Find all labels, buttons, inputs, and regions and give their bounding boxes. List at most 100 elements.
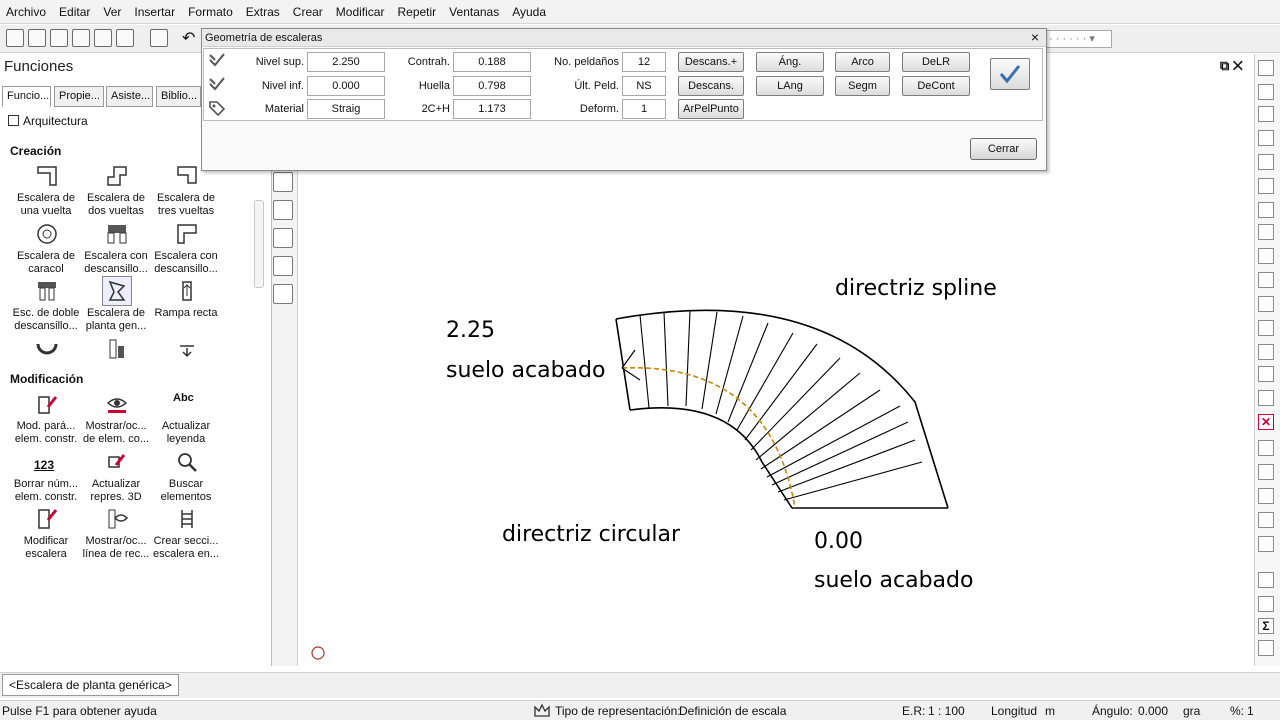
length-angle-button[interactable]: LAng [756, 76, 824, 96]
material-input[interactable]: Straig [307, 99, 385, 119]
close-button[interactable]: Cerrar [970, 138, 1037, 160]
status-percent-value[interactable]: 1 [1247, 704, 1254, 718]
landing-button[interactable]: Descans. [678, 76, 744, 96]
funnel-icon[interactable] [1258, 640, 1274, 656]
stair-landing-corner-icon[interactable] [176, 223, 198, 245]
draw-tool-17-icon[interactable] [1258, 440, 1274, 456]
calculator-icon[interactable] [28, 29, 46, 47]
create-section-icon[interactable] [176, 508, 198, 530]
filter-3-icon[interactable] [1258, 512, 1274, 528]
stair-tool-3-icon[interactable] [273, 228, 293, 248]
stair-three-flight-icon[interactable] [176, 165, 198, 187]
menu-ver[interactable]: Ver [103, 5, 121, 19]
menu-modificar[interactable]: Modificar [336, 5, 385, 19]
menu-archivo[interactable]: Archivo [6, 5, 46, 19]
representation-icon[interactable] [534, 703, 550, 717]
draw-tool-6-icon[interactable] [1258, 178, 1274, 194]
document-tab[interactable]: <Escalera de planta genérica> [2, 674, 179, 696]
delete-icon[interactable]: ✕ [1258, 414, 1274, 430]
ok-button[interactable] [990, 58, 1030, 90]
menu-crear[interactable]: Crear [293, 5, 323, 19]
menu-insertar[interactable]: Insertar [134, 5, 175, 19]
step-rule-input[interactable]: 1.173 [453, 99, 531, 119]
layer-combo[interactable]: · · · · · · ▾ [1040, 30, 1112, 48]
filter-icon[interactable] [1258, 464, 1274, 480]
column-stair-icon[interactable] [106, 338, 128, 360]
sum-icon[interactable]: Σ [1258, 618, 1274, 634]
status-angle-value[interactable]: 0.000 [1138, 704, 1168, 718]
draw-tool-11-icon[interactable] [1258, 296, 1274, 312]
drawing-canvas[interactable] [300, 172, 1254, 666]
close-icon[interactable]: × [1028, 29, 1042, 45]
angle-button[interactable]: Áng. [756, 52, 824, 72]
draw-tool-23-icon[interactable] [1258, 596, 1274, 612]
stair-tool-2-icon[interactable] [273, 200, 293, 220]
draw-tool-9-icon[interactable] [1258, 248, 1274, 264]
double-landing-stair-icon[interactable] [36, 280, 58, 302]
window-controls[interactable]: ⧉ ✕ [1220, 58, 1243, 74]
draw-tool-2-icon[interactable] [1258, 84, 1274, 100]
menu-repetir[interactable]: Repetir [397, 5, 436, 19]
straight-ramp-icon[interactable] [176, 280, 198, 302]
step-point-button[interactable]: ArPelPunto [678, 99, 744, 119]
level-check-2-icon[interactable] [208, 76, 226, 92]
delete-number-icon[interactable]: 123 [34, 458, 54, 472]
deform-input[interactable]: 1 [622, 99, 666, 119]
draw-tool-1-icon[interactable] [1258, 60, 1274, 76]
new-file-icon[interactable] [50, 29, 68, 47]
material-tag-icon[interactable] [208, 100, 226, 116]
stair-two-flight-icon[interactable] [106, 165, 128, 187]
stair-tool-4-icon[interactable] [273, 256, 293, 276]
tab-properties[interactable]: Propie... [54, 86, 104, 107]
open-folder-icon[interactable] [72, 29, 90, 47]
update-3d-icon[interactable] [106, 451, 128, 473]
last-step-input[interactable]: NS [622, 76, 666, 96]
menu-formato[interactable]: Formato [188, 5, 233, 19]
draw-tool-13-icon[interactable] [1258, 344, 1274, 360]
tab-library[interactable]: Biblio... [156, 86, 201, 107]
arc-button[interactable]: Arco [835, 52, 890, 72]
stair-one-flight-icon[interactable] [36, 165, 58, 187]
status-rep-value[interactable]: Definición de escala [679, 704, 786, 718]
filter-2-icon[interactable] [1258, 488, 1274, 504]
menu-ayuda[interactable]: Ayuda [512, 5, 546, 19]
save-icon[interactable] [94, 29, 112, 47]
tread-input[interactable]: 0.798 [453, 76, 531, 96]
menu-editar[interactable]: Editar [59, 5, 90, 19]
panel-scrollbar[interactable] [254, 200, 264, 288]
open-project-icon[interactable] [6, 29, 24, 47]
mirror-icon[interactable] [1258, 202, 1274, 218]
draw-tool-4-icon[interactable] [1258, 130, 1274, 146]
search-icon[interactable] [176, 451, 198, 473]
draw-tool-15-icon[interactable] [1258, 390, 1274, 406]
level-check-icon[interactable] [208, 52, 226, 68]
draw-tool-12-icon[interactable] [1258, 320, 1274, 336]
draw-tool-3-icon[interactable] [1258, 106, 1274, 122]
draw-tool-10-icon[interactable] [1258, 272, 1274, 288]
level-icon[interactable] [176, 338, 198, 360]
spiral-stair-icon[interactable] [36, 223, 58, 245]
status-length-unit[interactable]: m [1045, 704, 1055, 718]
stair-tool-1-icon[interactable] [273, 172, 293, 192]
draw-tool-14-icon[interactable] [1258, 366, 1274, 382]
show-hide-line-icon[interactable] [106, 508, 128, 530]
menu-ventanas[interactable]: Ventanas [449, 5, 499, 19]
tab-assistant[interactable]: Asiste... [106, 86, 153, 107]
stair-tool-5-icon[interactable] [273, 284, 293, 304]
menu-extras[interactable]: Extras [246, 5, 280, 19]
riser-input[interactable]: 0.188 [453, 52, 531, 72]
undo-icon[interactable]: ↶ [182, 28, 195, 48]
image-icon[interactable] [150, 29, 168, 47]
lower-level-input[interactable]: 0.000 [307, 76, 385, 96]
status-angle-unit[interactable]: gra [1183, 704, 1200, 718]
cursor-icon[interactable] [1258, 572, 1274, 588]
delr-button[interactable]: DeLR [902, 52, 970, 72]
modify-params-icon[interactable] [36, 393, 58, 415]
copy-icon[interactable] [1258, 224, 1274, 240]
draw-tool-5-icon[interactable] [1258, 154, 1274, 170]
segment-button[interactable]: Segm [835, 76, 890, 96]
curved-stair-icon[interactable] [36, 338, 58, 360]
add-landing-button[interactable]: Descans.+ [678, 52, 744, 72]
status-scale-value[interactable]: 1 : 100 [928, 704, 965, 718]
show-hide-eye-icon[interactable] [106, 393, 128, 415]
